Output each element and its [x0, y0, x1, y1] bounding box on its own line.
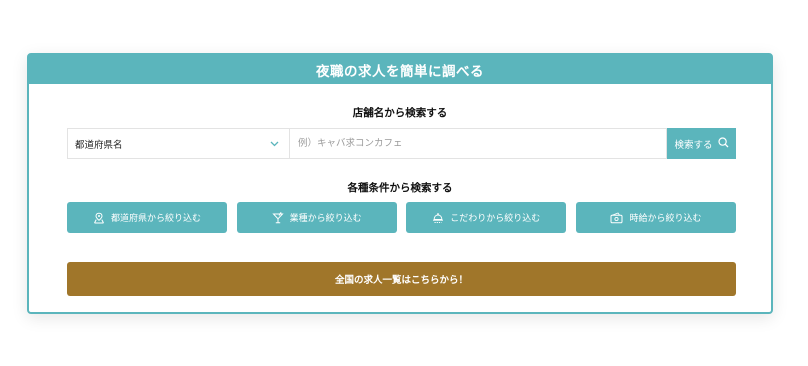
filter-prefecture-label: 都道府県から絞り込む: [110, 214, 201, 224]
search-icon: [717, 136, 729, 151]
prefecture-select[interactable]: 都道府県名: [67, 128, 289, 159]
bell-icon: [432, 212, 444, 224]
job-search-card: 夜職の求人を簡単に調べる 店舗名から検索する 都道府県名 検索する 各種条件から…: [27, 53, 773, 314]
filter-hourly-wage-button[interactable]: 時給から絞り込む: [575, 202, 736, 233]
filter-hourly-wage-label: 時給から絞り込む: [629, 214, 702, 224]
all-jobs-button[interactable]: 全国の求人一覧はこちらから！: [67, 262, 736, 296]
store-search-form: 都道府県名 検索する: [67, 128, 736, 159]
all-jobs-button-label: 全国の求人一覧はこちらから！: [334, 275, 468, 286]
filter-preference-button[interactable]: こだわりから絞り込む: [406, 202, 567, 233]
search-button[interactable]: 検索する: [667, 128, 736, 159]
search-button-label: 検索する: [674, 139, 713, 151]
card-header: 夜職の求人を簡単に調べる: [29, 55, 771, 84]
cocktail-glass-icon: [271, 211, 284, 224]
keyword-input[interactable]: [289, 128, 667, 159]
wallet-icon: [610, 211, 623, 224]
condition-filter-buttons: 都道府県から絞り込む 業種から絞り込む こだわりから絞り込む 時給から絞り込む: [67, 202, 736, 233]
map-pin-icon: [93, 212, 105, 224]
filter-preference-label: こだわりから絞り込む: [450, 214, 541, 224]
card-body: 店舗名から検索する 都道府県名 検索する 各種条件から検索する: [29, 84, 771, 314]
condition-search-title: 各種条件から検索する: [347, 182, 453, 194]
store-search-title: 店舗名から検索する: [352, 107, 448, 119]
filter-industry-button[interactable]: 業種から絞り込む: [236, 202, 397, 233]
filter-industry-label: 業種から絞り込む: [289, 214, 362, 224]
chevron-down-icon: [268, 138, 280, 150]
card-title: 夜職の求人を簡単に調べる: [316, 63, 484, 80]
prefecture-select-value: 都道府県名: [75, 139, 123, 151]
filter-prefecture-button[interactable]: 都道府県から絞り込む: [67, 202, 227, 233]
